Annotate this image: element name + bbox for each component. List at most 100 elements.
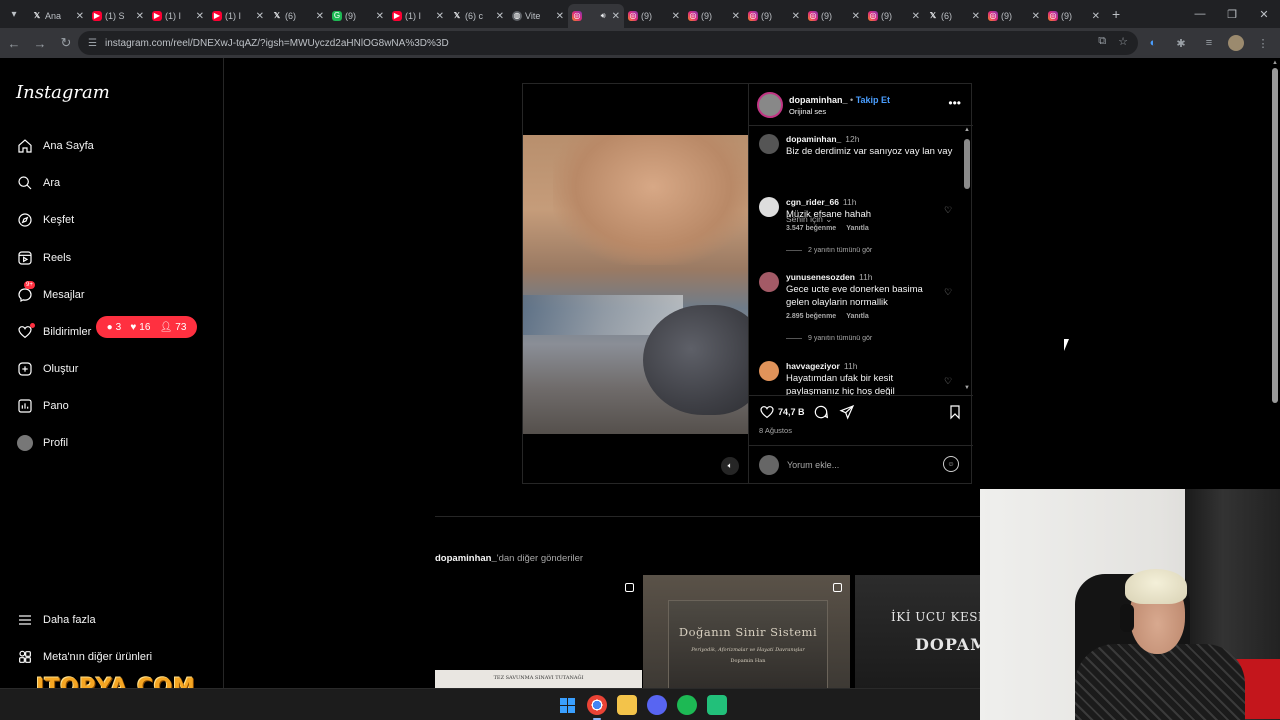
close-window-button[interactable]: ✕ bbox=[1248, 0, 1280, 28]
comment-username[interactable]: cgn_rider_66 bbox=[786, 197, 839, 207]
bookmark-star-icon[interactable]: ☆ bbox=[1118, 35, 1128, 48]
close-tab-icon[interactable]: ✕ bbox=[256, 11, 264, 22]
close-tab-icon[interactable]: ✕ bbox=[556, 11, 564, 22]
more-posts-username[interactable]: dopaminhan_ bbox=[435, 553, 497, 564]
close-tab-icon[interactable]: ✕ bbox=[316, 11, 324, 22]
comment-avatar[interactable] bbox=[759, 361, 779, 381]
extensions-puzzle-icon[interactable]: ✱ bbox=[1172, 34, 1190, 52]
sidebar-item-more[interactable]: Daha fazla bbox=[16, 608, 96, 632]
close-tab-icon[interactable]: ✕ bbox=[1092, 11, 1100, 22]
install-app-icon[interactable]: ⧉ bbox=[1098, 35, 1106, 48]
extension-icon[interactable]: ◐ bbox=[1144, 34, 1162, 52]
instagram-logo[interactable]: Instagram bbox=[16, 82, 110, 103]
browser-tab[interactable]: ◎ (9) ✕ bbox=[684, 4, 744, 28]
comment-avatar[interactable] bbox=[759, 197, 779, 217]
sidebar-item-home[interactable]: Ana Sayfa bbox=[16, 134, 94, 158]
sidebar-item-reels[interactable]: Reels bbox=[16, 246, 71, 270]
comments-scrollbar[interactable]: ▲ ▼ bbox=[963, 127, 971, 393]
comments-scroll-thumb[interactable] bbox=[964, 139, 970, 189]
chrome-menu-icon[interactable]: ⋮ bbox=[1254, 34, 1272, 52]
close-tab-icon[interactable]: ✕ bbox=[612, 11, 620, 22]
reel-video[interactable]: 🔈︎ bbox=[523, 84, 748, 483]
browser-tab[interactable]: ◎ (9) ✕ bbox=[984, 4, 1044, 28]
scroll-up-arrow[interactable]: ▲ bbox=[963, 127, 971, 135]
reload-button[interactable]: ↻ bbox=[54, 31, 78, 55]
site-info-icon[interactable]: ☰ bbox=[88, 38, 97, 49]
browser-tab[interactable]: G (9) ✕ bbox=[328, 4, 388, 28]
video-frame[interactable] bbox=[523, 135, 748, 434]
sidebar-item-notifications[interactable]: Bildirimler bbox=[16, 320, 91, 344]
mute-toggle-icon[interactable]: 🔈︎ bbox=[721, 457, 739, 475]
back-button[interactable]: ← bbox=[2, 31, 26, 55]
caption-avatar[interactable] bbox=[759, 134, 779, 154]
post-thumbnail[interactable]: Doğanın Sinir Sistemi Periyodik, Aforizm… bbox=[643, 575, 850, 688]
browser-tab[interactable]: ▶ (1) I ✕ bbox=[208, 4, 268, 28]
like-count[interactable]: 74,7 B bbox=[778, 407, 805, 417]
discord-icon[interactable] bbox=[647, 695, 667, 715]
browser-tab[interactable]: ◎ (9) ✕ bbox=[1044, 4, 1104, 28]
comment-username[interactable]: havvageziyor bbox=[786, 361, 840, 371]
post-thumbnail[interactable]: TEZ SAVUNMA SINAVI TUTANAĞI bbox=[435, 575, 642, 688]
close-tab-icon[interactable]: ✕ bbox=[792, 11, 800, 22]
author-username[interactable]: dopaminhan_ bbox=[789, 95, 848, 105]
page-scroll-up-arrow[interactable]: ▲ bbox=[1271, 60, 1279, 66]
comment-username[interactable]: yunusenesozden bbox=[786, 272, 855, 282]
close-tab-icon[interactable]: ✕ bbox=[136, 11, 144, 22]
reply-button[interactable]: Yanıtla bbox=[846, 225, 869, 232]
share-button[interactable] bbox=[839, 404, 855, 425]
emoji-icon[interactable]: ☺ bbox=[943, 456, 959, 472]
sidebar-item-profile[interactable]: Profil bbox=[16, 431, 68, 455]
comment-likes[interactable]: 2.895 beğenme bbox=[786, 313, 836, 320]
scroll-down-arrow[interactable]: ▼ bbox=[963, 385, 971, 393]
sidebar-item-search[interactable]: Ara bbox=[16, 171, 60, 195]
browser-tab[interactable]: 𝕏 Ana ✕ bbox=[28, 4, 88, 28]
view-replies-button[interactable]: 2 yanıtın tümünü gör bbox=[786, 247, 872, 254]
close-tab-icon[interactable]: ✕ bbox=[912, 11, 920, 22]
close-tab-icon[interactable]: ✕ bbox=[436, 11, 444, 22]
audio-label[interactable]: Orijinal ses bbox=[789, 107, 826, 116]
app-icon[interactable] bbox=[707, 695, 727, 715]
tab-search-icon[interactable]: ▾ bbox=[4, 4, 24, 24]
close-tab-icon[interactable]: ✕ bbox=[732, 11, 740, 22]
browser-tab[interactable]: ◎ (9) ✕ bbox=[624, 4, 684, 28]
follow-button[interactable]: Takip Et bbox=[856, 95, 890, 105]
comment-like-icon[interactable]: ♡ bbox=[944, 205, 954, 215]
close-tab-icon[interactable]: ✕ bbox=[196, 11, 204, 22]
post-thumbnail[interactable]: İKİ UCU KESKİN DOPAM bbox=[855, 575, 980, 688]
browser-tab[interactable]: ◎ 🔊︎ ✕ bbox=[568, 4, 624, 28]
browser-tab[interactable]: ▶ (1) I ✕ bbox=[388, 4, 448, 28]
close-tab-icon[interactable]: ✕ bbox=[672, 11, 680, 22]
save-button[interactable] bbox=[947, 404, 963, 425]
media-control-icon[interactable]: ≡ bbox=[1200, 34, 1218, 52]
close-tab-icon[interactable]: ✕ bbox=[376, 11, 384, 22]
close-tab-icon[interactable]: ✕ bbox=[496, 11, 504, 22]
browser-tab[interactable]: ◎ (9) ✕ bbox=[864, 4, 924, 28]
comment-like-icon[interactable]: ♡ bbox=[944, 287, 954, 297]
sidebar-item-explore[interactable]: Keşfet bbox=[16, 208, 74, 232]
reply-button[interactable]: Yanıtla bbox=[846, 313, 869, 320]
close-tab-icon[interactable]: ✕ bbox=[852, 11, 860, 22]
author-avatar[interactable] bbox=[757, 92, 783, 118]
browser-tab[interactable]: 𝕏 (6) ✕ bbox=[268, 4, 328, 28]
file-explorer-icon[interactable] bbox=[617, 695, 637, 715]
new-tab-button[interactable]: + bbox=[1112, 6, 1120, 22]
speaker-icon[interactable]: 🔊︎ bbox=[601, 11, 606, 21]
spotify-icon[interactable] bbox=[677, 695, 697, 715]
more-options-icon[interactable]: ••• bbox=[948, 96, 961, 110]
sidebar-item-meta[interactable]: Meta'nın diğer ürünleri bbox=[16, 645, 152, 669]
address-bar[interactable]: ☰ instagram.com/reel/DNEXwJ-tqAZ/?igsh=M… bbox=[78, 31, 1138, 55]
browser-tab[interactable]: ▶ (1) S ✕ bbox=[88, 4, 148, 28]
sidebar-item-dashboard[interactable]: Pano bbox=[16, 394, 69, 418]
close-tab-icon[interactable]: ✕ bbox=[972, 11, 980, 22]
forward-button[interactable]: → bbox=[28, 31, 52, 55]
chrome-icon[interactable] bbox=[587, 695, 607, 720]
comment-button[interactable] bbox=[813, 404, 829, 425]
profile-avatar[interactable] bbox=[1228, 35, 1244, 51]
maximize-button[interactable]: ❐ bbox=[1216, 0, 1248, 28]
browser-tab[interactable]: ◎ (9) ✕ bbox=[804, 4, 864, 28]
notifications-summary-pill[interactable]: ● 3 ♥ 16 👤︎ 73 bbox=[96, 316, 197, 338]
sidebar-item-messages[interactable]: 9+ Mesajlar bbox=[16, 281, 85, 307]
browser-tab[interactable]: ▶ (1) I ✕ bbox=[148, 4, 208, 28]
caption-username[interactable]: dopaminhan_ bbox=[786, 134, 841, 144]
close-tab-icon[interactable]: ✕ bbox=[76, 11, 84, 22]
